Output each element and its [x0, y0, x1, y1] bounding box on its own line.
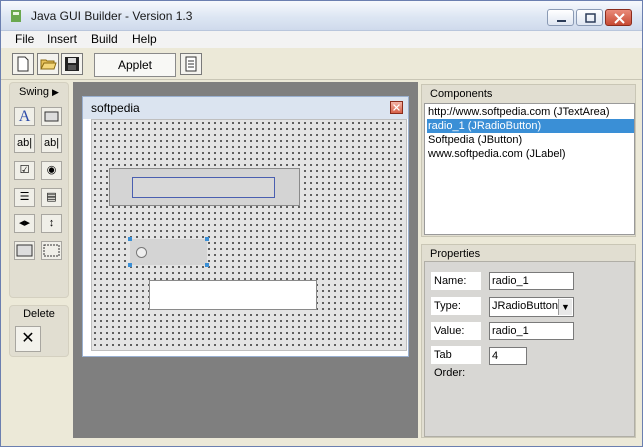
component-item-selected[interactable]: radio_1 (JRadioButton)	[427, 119, 634, 133]
list-tool-icon[interactable]: ☰	[14, 188, 35, 207]
applet-button[interactable]: Applet	[94, 53, 176, 77]
menu-bar: File Insert Build Help	[1, 31, 642, 48]
delete-x-icon: ✕	[21, 330, 35, 347]
app-window: Java GUI Builder - Version 1.3 File Inse…	[0, 0, 643, 447]
menu-file[interactable]: File	[15, 32, 34, 46]
menu-insert[interactable]: Insert	[47, 32, 77, 46]
tab-order-field[interactable]: 4	[489, 347, 527, 365]
close-icon	[614, 13, 625, 24]
label-tool-icon[interactable]: A	[14, 107, 35, 126]
delete-panel: Delete ✕	[9, 305, 69, 357]
maximize-button[interactable]	[576, 9, 603, 26]
textarea-tool-icon[interactable]: ab|	[41, 134, 62, 153]
name-label: Name:	[431, 272, 481, 290]
type-select[interactable]: JRadioButton ▼	[489, 297, 574, 317]
floppy-disk-icon	[65, 57, 79, 71]
scrollpane-tool-icon[interactable]	[41, 241, 62, 260]
title-bar: Java GUI Builder - Version 1.3	[1, 1, 642, 31]
radio-circle-icon	[136, 247, 147, 258]
maximize-icon	[585, 13, 596, 23]
chevron-down-icon[interactable]: ▼	[558, 299, 572, 315]
placed-radio-button[interactable]	[130, 239, 207, 265]
new-file-icon	[17, 56, 29, 72]
scrollpane-shape-icon	[43, 244, 60, 257]
minimize-button[interactable]	[547, 9, 574, 26]
document-list-icon	[185, 56, 197, 72]
delete-title: Delete	[23, 308, 55, 320]
resize-handle-top-right[interactable]	[205, 237, 209, 241]
new-file-button[interactable]	[12, 53, 34, 75]
status-bar	[1, 438, 642, 446]
frame-close-icon	[393, 104, 400, 111]
table-tool-icon[interactable]: ▤	[41, 188, 62, 207]
properties-panel: Properties Name: radio_1 Type: JRadioBut…	[421, 244, 636, 438]
resize-handle-bottom-left[interactable]	[128, 263, 132, 267]
value-label: Value:	[431, 322, 481, 340]
type-label: Type:	[431, 297, 481, 315]
components-list[interactable]: http://www.softpedia.com (JTextArea) rad…	[424, 103, 635, 235]
tab-order-label: Tab Order:	[431, 346, 481, 379]
panel-tool-icon[interactable]	[14, 241, 35, 260]
textfield-tool-icon[interactable]: ab|	[14, 134, 35, 153]
component-item[interactable]: Softpedia (JButton)	[427, 133, 634, 147]
menu-build[interactable]: Build	[91, 32, 118, 46]
component-item[interactable]: www.softpedia.com (JLabel)	[427, 147, 634, 161]
value-field[interactable]: radio_1	[489, 322, 574, 340]
menu-help[interactable]: Help	[132, 32, 157, 46]
textarea-inner-border	[132, 177, 275, 198]
palette-header[interactable]: Swing ▶	[10, 83, 68, 101]
radio-tool-icon[interactable]: ◉	[41, 161, 62, 180]
properties-button[interactable]	[180, 53, 202, 75]
components-title: Components	[430, 88, 493, 100]
design-canvas[interactable]	[91, 119, 407, 351]
window-title: Java GUI Builder - Version 1.3	[31, 9, 193, 23]
component-palette: Swing ▶ A ab| ab| ☑ ◉ ☰ ▤ ◂▸ ↕	[9, 82, 69, 298]
scrollbar-horizontal-tool-icon[interactable]: ◂▸	[14, 214, 35, 233]
save-button[interactable]	[61, 53, 83, 75]
resize-handle-top-left[interactable]	[128, 237, 132, 241]
properties-title: Properties	[430, 248, 481, 260]
checkbox-tool-icon[interactable]: ☑	[14, 161, 35, 180]
component-item[interactable]: http://www.softpedia.com (JTextArea)	[427, 105, 634, 119]
app-icon	[11, 10, 21, 22]
palette-swing-label: Swing	[19, 86, 49, 98]
arrow-right-icon: ▶	[52, 87, 59, 97]
button-shape-icon	[44, 111, 59, 122]
design-frame[interactable]: softpedia	[82, 96, 409, 357]
placed-textarea[interactable]	[109, 168, 300, 206]
close-button[interactable]	[605, 9, 632, 26]
components-panel: Components http://www.softpedia.com (JTe…	[421, 84, 636, 237]
open-folder-button[interactable]	[37, 53, 59, 75]
frame-title-bar: softpedia	[83, 97, 408, 119]
panel-shape-icon	[16, 244, 33, 257]
properties-body: Name: radio_1 Type: JRadioButton ▼ Value…	[424, 261, 635, 437]
placed-button[interactable]	[149, 280, 317, 310]
folder-open-icon	[40, 59, 57, 70]
scrollbar-vertical-tool-icon[interactable]: ↕	[41, 214, 62, 233]
button-tool-icon[interactable]	[41, 107, 62, 126]
name-field[interactable]: radio_1	[489, 272, 574, 290]
type-select-value: JRadioButton	[492, 300, 559, 312]
minimize-icon	[557, 20, 566, 22]
frame-title: softpedia	[91, 101, 140, 115]
delete-button[interactable]: ✕	[15, 326, 41, 352]
resize-handle-bottom-right[interactable]	[205, 263, 209, 267]
frame-close-button[interactable]	[390, 101, 403, 114]
